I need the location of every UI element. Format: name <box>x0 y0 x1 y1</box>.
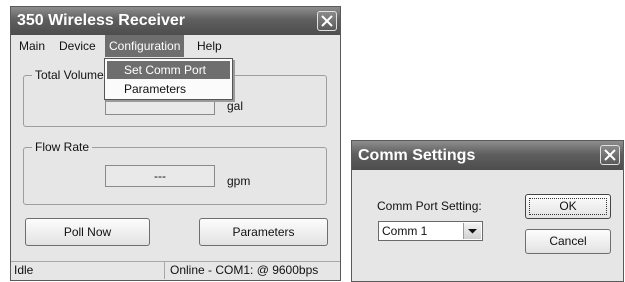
configuration-dropdown: Set Comm Port Parameters <box>104 58 233 100</box>
flow-rate-value: --- <box>105 165 215 187</box>
main-close-button[interactable] <box>317 11 337 31</box>
menu-device[interactable]: Device <box>55 35 100 57</box>
comm-port-selected-value: Comm 1 <box>382 224 428 238</box>
total-volume-unit: gal <box>227 99 244 113</box>
poll-now-button[interactable]: Poll Now <box>25 218 150 246</box>
comm-port-select[interactable]: Comm 1 <box>378 221 483 241</box>
comm-dialog-titlebar[interactable]: Comm Settings <box>352 141 623 170</box>
parameters-button[interactable]: Parameters <box>199 218 328 246</box>
chevron-down-icon <box>468 229 477 234</box>
main-window-titlebar[interactable]: 350 Wireless Receiver <box>11 7 340 35</box>
main-window: 350 Wireless Receiver Main Device Config… <box>10 6 341 281</box>
flow-rate-unit: gpm <box>227 174 251 188</box>
status-state: Idle <box>11 262 165 279</box>
menu-bar: Main Device Configuration Help <box>11 35 340 57</box>
comm-settings-dialog: Comm Settings Comm Port Setting: Comm 1 … <box>351 140 624 282</box>
comm-dialog-title: Comm Settings <box>358 147 476 164</box>
menu-item-parameters[interactable]: Parameters <box>107 80 230 98</box>
comm-port-label: Comm Port Setting: <box>377 199 482 213</box>
status-bar: Idle Online - COM1: @ 9600bps <box>11 261 340 280</box>
flow-rate-label: Flow Rate <box>32 140 93 154</box>
close-icon <box>321 15 333 27</box>
menu-item-set-comm-port[interactable]: Set Comm Port <box>107 61 230 79</box>
menu-help[interactable]: Help <box>193 35 226 57</box>
menu-main[interactable]: Main <box>15 35 49 57</box>
status-connection: Online - COM1: @ 9600bps <box>170 263 319 277</box>
ok-label: OK <box>559 199 577 213</box>
cancel-button[interactable]: Cancel <box>525 229 611 254</box>
dropdown-arrow[interactable] <box>463 223 481 239</box>
ok-button[interactable]: OK <box>525 194 611 219</box>
total-volume-label: Total Volume <box>32 68 107 82</box>
main-window-title: 350 Wireless Receiver <box>17 12 185 29</box>
menu-configuration[interactable]: Configuration <box>105 35 185 57</box>
close-icon <box>604 149 616 161</box>
comm-close-button[interactable] <box>600 145 620 165</box>
